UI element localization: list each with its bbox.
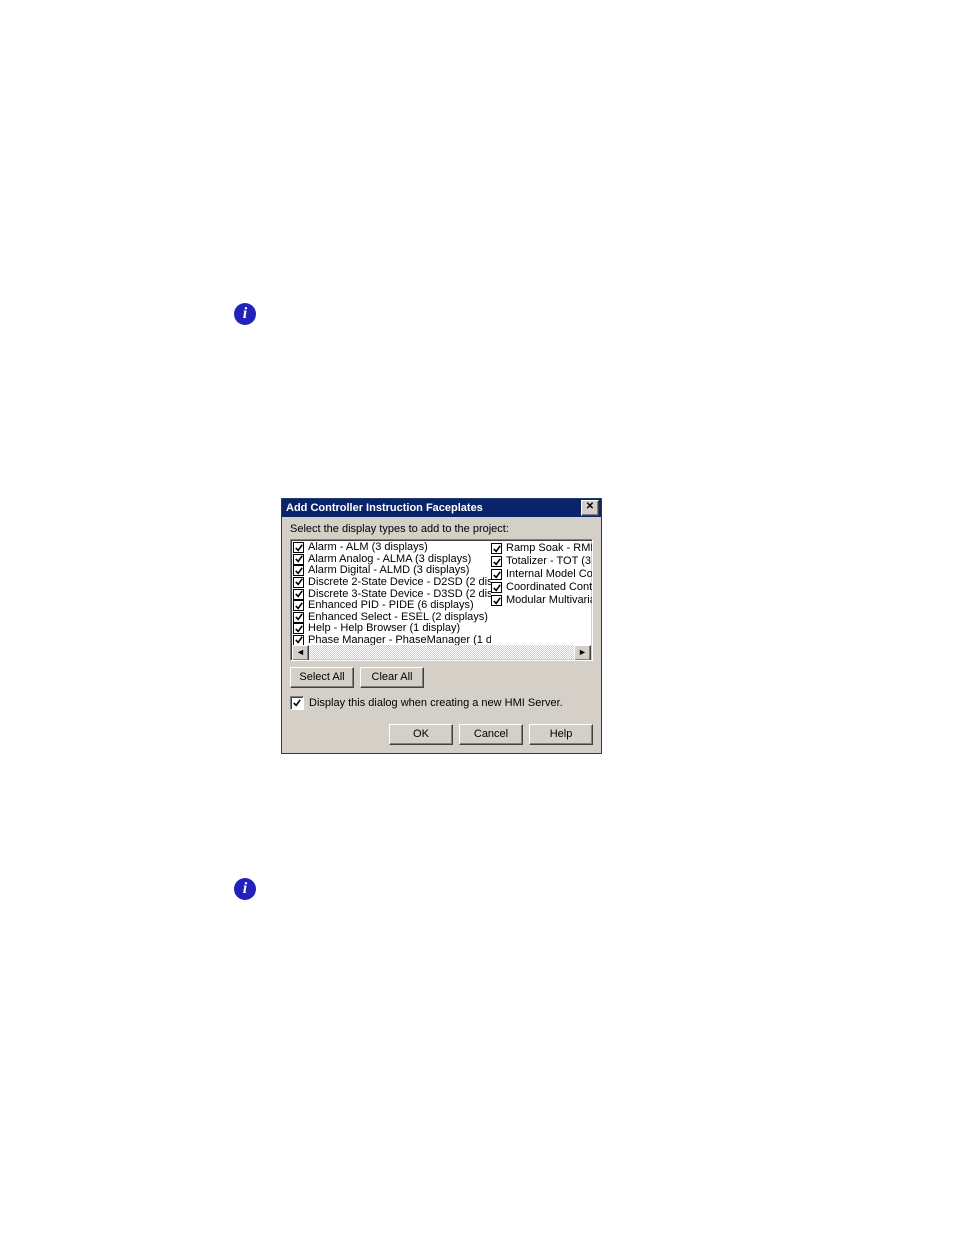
list-item-label: Alarm Analog - ALMA (3 displays): [308, 554, 471, 566]
list-item-label: Help - Help Browser (1 display): [308, 623, 460, 635]
list-item-label: Coordinated Control - CC (7: [506, 581, 592, 594]
list-item-label: Enhanced Select - ESEL (2 displays): [308, 611, 488, 623]
checkbox-icon[interactable]: [290, 696, 304, 710]
list-item[interactable]: Discrete 3-State Device - D3SD (2 displa…: [293, 588, 491, 600]
ok-label: OK: [413, 728, 429, 740]
list-item[interactable]: Discrete 2-State Device - D2SD (2 displa…: [293, 577, 491, 589]
display-types-list[interactable]: Alarm - ALM (3 displays) Alarm Analog - …: [290, 539, 593, 661]
tip-block-1: i: [234, 303, 734, 325]
close-icon[interactable]: ✕: [581, 500, 599, 516]
checkbox-icon[interactable]: [491, 595, 502, 606]
show-dialog-label: Display this dialog when creating a new …: [309, 697, 563, 709]
checkbox-icon[interactable]: [293, 565, 304, 576]
cancel-button[interactable]: Cancel: [459, 724, 523, 745]
display-types-column-right: Ramp Soak - RMPS (3 disp Totalizer - TOT…: [491, 542, 592, 646]
add-faceplates-dialog: Add Controller Instruction Faceplates ✕ …: [281, 498, 602, 754]
cancel-label: Cancel: [474, 728, 508, 740]
checkbox-icon[interactable]: [293, 623, 304, 634]
list-item[interactable]: Alarm Digital - ALMD (3 displays): [293, 565, 491, 577]
list-item-label: Enhanced PID - PIDE (6 displays): [308, 600, 474, 612]
dialog-titlebar[interactable]: Add Controller Instruction Faceplates ✕: [282, 499, 601, 517]
display-types-column-left: Alarm - ALM (3 displays) Alarm Analog - …: [293, 542, 491, 646]
help-label: Help: [550, 728, 573, 740]
horizontal-scrollbar[interactable]: ◄ ►: [292, 645, 591, 659]
list-item-label: Discrete 2-State Device - D2SD (2 displa…: [308, 577, 491, 589]
list-item[interactable]: Totalizer - TOT (3 displays): [491, 555, 592, 568]
list-item-label: Modular Multivariable Contr: [506, 594, 592, 607]
list-item[interactable]: Modular Multivariable Contr: [491, 594, 592, 607]
list-item[interactable]: Help - Help Browser (1 display): [293, 623, 491, 635]
scroll-left-icon[interactable]: ◄: [292, 645, 309, 661]
dialog-title: Add Controller Instruction Faceplates: [286, 502, 581, 514]
list-item[interactable]: Ramp Soak - RMPS (3 disp: [491, 542, 592, 555]
list-item[interactable]: Alarm Analog - ALMA (3 displays): [293, 554, 491, 566]
checkbox-icon[interactable]: [491, 556, 502, 567]
list-item-label: Alarm - ALM (3 displays): [308, 542, 428, 554]
dialog-instruction: Select the display types to add to the p…: [290, 523, 593, 535]
info-icon: i: [234, 878, 256, 900]
list-item[interactable]: Internal Model Control - IMC: [491, 568, 592, 581]
checkbox-icon[interactable]: [491, 569, 502, 580]
clear-all-button[interactable]: Clear All: [360, 667, 424, 688]
scroll-right-icon[interactable]: ►: [574, 645, 591, 661]
show-dialog-option[interactable]: Display this dialog when creating a new …: [290, 696, 593, 710]
checkbox-icon[interactable]: [491, 543, 502, 554]
list-item[interactable]: Coordinated Control - CC (7: [491, 581, 592, 594]
checkbox-icon[interactable]: [293, 589, 304, 600]
list-item-label: Totalizer - TOT (3 displays): [506, 555, 592, 568]
list-item-label: Alarm Digital - ALMD (3 displays): [308, 565, 469, 577]
list-item-label: Ramp Soak - RMPS (3 disp: [506, 542, 592, 555]
checkbox-icon[interactable]: [491, 582, 502, 593]
info-icon: i: [234, 303, 256, 325]
list-item-label: Internal Model Control - IMC: [506, 568, 592, 581]
checkbox-icon[interactable]: [293, 554, 304, 565]
select-all-label: Select All: [299, 671, 344, 683]
clear-all-label: Clear All: [372, 671, 413, 683]
checkbox-icon[interactable]: [293, 577, 304, 588]
list-item[interactable]: Alarm - ALM (3 displays): [293, 542, 491, 554]
help-button[interactable]: Help: [529, 724, 593, 745]
checkbox-icon[interactable]: [293, 612, 304, 623]
select-all-button[interactable]: Select All: [290, 667, 354, 688]
tip-block-2: i: [234, 878, 734, 900]
list-item[interactable]: Enhanced PID - PIDE (6 displays): [293, 600, 491, 612]
scroll-track[interactable]: [309, 645, 574, 659]
checkbox-icon[interactable]: [293, 542, 304, 553]
list-item[interactable]: Enhanced Select - ESEL (2 displays): [293, 611, 491, 623]
checkbox-icon[interactable]: [293, 600, 304, 611]
ok-button[interactable]: OK: [389, 724, 453, 745]
list-item-label: Discrete 3-State Device - D3SD (2 displa…: [308, 588, 491, 600]
